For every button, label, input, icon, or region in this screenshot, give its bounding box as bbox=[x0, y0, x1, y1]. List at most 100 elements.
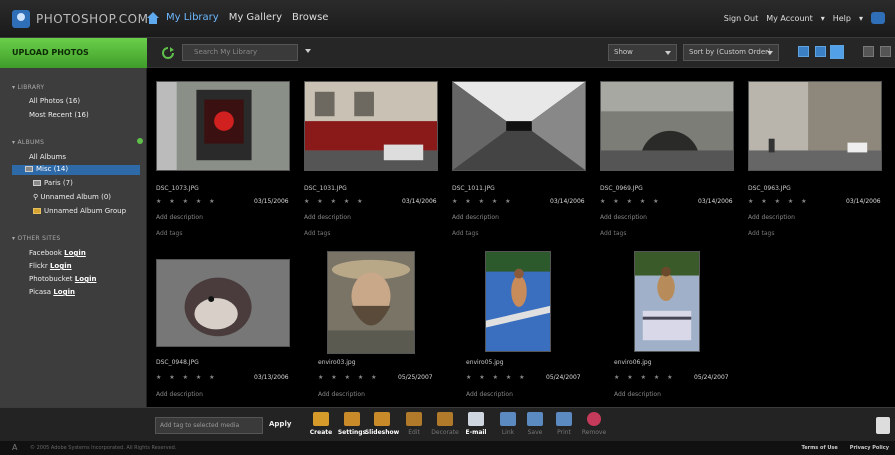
add-description-link[interactable]: Add description bbox=[156, 214, 203, 221]
add-tags-link[interactable]: Add tags bbox=[600, 230, 627, 237]
add-tags-link[interactable]: Add tags bbox=[452, 230, 479, 237]
photobucket-login-link[interactable]: Login bbox=[75, 275, 97, 283]
rating-stars[interactable]: ★ ★ ★ ★ ★ bbox=[614, 374, 676, 381]
sidebar-item-paris-album[interactable]: Paris (7) bbox=[33, 179, 73, 187]
slideshow-button[interactable]: Slideshow bbox=[364, 412, 400, 436]
add-description-link[interactable]: Add description bbox=[156, 391, 203, 398]
rating-stars[interactable]: ★ ★ ★ ★ ★ bbox=[318, 374, 380, 381]
sidebar-item-all-albums[interactable]: All Albums bbox=[29, 153, 66, 161]
terms-of-use-link[interactable]: Terms of Use bbox=[801, 445, 837, 451]
album-label: Paris (7) bbox=[44, 179, 73, 187]
photo-thumbnail[interactable] bbox=[748, 81, 882, 171]
panel-toggle-icon[interactable] bbox=[876, 417, 890, 434]
photo-thumbnail[interactable] bbox=[156, 81, 290, 171]
adobe-logo-icon: A bbox=[12, 443, 18, 452]
photo-date: 03/14/2006 bbox=[846, 198, 881, 205]
photo-thumbnail[interactable] bbox=[485, 251, 551, 352]
apply-button[interactable]: Apply bbox=[269, 420, 291, 428]
photo-thumbnail[interactable] bbox=[452, 81, 586, 171]
nav-browse[interactable]: Browse bbox=[292, 12, 328, 23]
medium-thumbnails-icon[interactable] bbox=[815, 46, 826, 57]
rating-stars[interactable]: ★ ★ ★ ★ ★ bbox=[156, 198, 218, 205]
library-toolbar: UPLOAD PHOTOS Search My Library Show Sor… bbox=[0, 38, 895, 68]
email-icon bbox=[468, 412, 484, 426]
add-description-link[interactable]: Add description bbox=[304, 214, 351, 221]
site-name: Flickr bbox=[29, 262, 48, 270]
status-icon[interactable] bbox=[871, 12, 885, 24]
nav-my-gallery[interactable]: My Gallery bbox=[229, 12, 282, 23]
refresh-icon[interactable] bbox=[162, 47, 174, 59]
home-icon[interactable] bbox=[146, 11, 160, 25]
add-description-link[interactable]: Add description bbox=[748, 214, 795, 221]
search-input[interactable]: Search My Library bbox=[182, 44, 298, 61]
rating-stars[interactable]: ★ ★ ★ ★ ★ bbox=[156, 374, 218, 381]
small-thumbnails-icon[interactable] bbox=[798, 46, 809, 57]
rating-stars[interactable]: ★ ★ ★ ★ ★ bbox=[748, 198, 810, 205]
flickr-login-link[interactable]: Login bbox=[50, 262, 72, 270]
brand[interactable]: PHOTOSHOP.COM bbox=[12, 10, 148, 28]
photo-filename: enviro03.jpg bbox=[318, 359, 356, 366]
albums-heading[interactable]: ▾ ALBUMS bbox=[12, 139, 44, 146]
photo-grid: DSC_1073.JPG ★ ★ ★ ★ ★ 03/15/2006 Add de… bbox=[148, 68, 895, 407]
email-button[interactable]: E-mail bbox=[458, 412, 494, 436]
settings-icon bbox=[344, 412, 360, 426]
picasa-login-link[interactable]: Login bbox=[53, 288, 75, 296]
grid-view-icon[interactable] bbox=[863, 46, 874, 57]
sidebar-item-unnamed-album[interactable]: ⚲ Unnamed Album (0) bbox=[33, 193, 111, 201]
add-description-link[interactable]: Add description bbox=[452, 214, 499, 221]
add-album-icon[interactable] bbox=[137, 138, 143, 144]
add-tags-link[interactable]: Add tags bbox=[156, 230, 183, 237]
rating-stars[interactable]: ★ ★ ★ ★ ★ bbox=[466, 374, 528, 381]
photo-thumbnail[interactable] bbox=[634, 251, 700, 352]
sidebar-item-all-photos[interactable]: All Photos (16) bbox=[29, 97, 80, 105]
edit-icon bbox=[406, 412, 422, 426]
link-icon bbox=[500, 412, 516, 426]
photo-filename: DSC_0948.JPG bbox=[156, 359, 199, 366]
album-icon bbox=[33, 180, 41, 186]
photo-thumbnail[interactable] bbox=[304, 81, 438, 171]
rating-stars[interactable]: ★ ★ ★ ★ ★ bbox=[600, 198, 662, 205]
add-description-link[interactable]: Add description bbox=[466, 391, 513, 398]
remove-button[interactable]: Remove bbox=[576, 412, 612, 436]
album-label: Misc (14) bbox=[36, 165, 69, 173]
sort-select[interactable]: Sort by (Custom Order) bbox=[683, 44, 779, 61]
my-account-menu[interactable]: My Account bbox=[766, 14, 812, 23]
photo-thumbnail[interactable] bbox=[327, 251, 415, 354]
help-menu[interactable]: Help bbox=[833, 14, 851, 23]
search-options-chevron-icon[interactable] bbox=[305, 49, 311, 53]
show-filter-select[interactable]: Show bbox=[608, 44, 677, 61]
nav-my-library[interactable]: My Library bbox=[166, 12, 219, 23]
show-filter-label: Show bbox=[614, 48, 633, 56]
library-heading[interactable]: ▾ LIBRARY bbox=[12, 84, 44, 91]
footer: A © 2005 Adobe Systems Incorporated. All… bbox=[0, 441, 895, 455]
add-tags-link[interactable]: Add tags bbox=[748, 230, 775, 237]
facebook-login-link[interactable]: Login bbox=[64, 249, 86, 257]
list-view-icon[interactable] bbox=[880, 46, 891, 57]
add-description-link[interactable]: Add description bbox=[600, 214, 647, 221]
photo-thumbnail[interactable] bbox=[156, 259, 290, 347]
action-bar: Add tag to selected media Apply Create S… bbox=[0, 407, 895, 441]
sidebar-item-unnamed-album-group[interactable]: Unnamed Album Group bbox=[33, 207, 126, 215]
sidebar-item-misc-album[interactable]: Misc (14) bbox=[12, 165, 140, 175]
rating-stars[interactable]: ★ ★ ★ ★ ★ bbox=[452, 198, 514, 205]
large-thumbnails-icon[interactable] bbox=[830, 45, 844, 59]
add-description-link[interactable]: Add description bbox=[318, 391, 365, 398]
main-nav: My Library My Gallery Browse bbox=[166, 12, 328, 23]
sign-out-link[interactable]: Sign Out bbox=[724, 14, 759, 23]
photo-date: 05/25/2007 bbox=[398, 374, 433, 381]
add-tags-link[interactable]: Add tags bbox=[304, 230, 331, 237]
remove-label: Remove bbox=[581, 429, 607, 436]
add-description-link[interactable]: Add description bbox=[614, 391, 661, 398]
slideshow-label: Slideshow bbox=[364, 429, 400, 436]
account-links: Sign Out My Account ▾ Help ▾ bbox=[724, 12, 885, 24]
rating-stars[interactable]: ★ ★ ★ ★ ★ bbox=[304, 198, 366, 205]
other-sites-heading[interactable]: ▾ OTHER SITES bbox=[12, 235, 60, 242]
upload-photos-button[interactable]: UPLOAD PHOTOS bbox=[0, 38, 147, 68]
site-name: Facebook bbox=[29, 249, 62, 257]
top-bar: PHOTOSHOP.COM My Library My Gallery Brow… bbox=[0, 0, 895, 38]
privacy-policy-link[interactable]: Privacy Policy bbox=[850, 445, 889, 451]
sidebar-item-most-recent[interactable]: Most Recent (16) bbox=[29, 111, 89, 119]
photo-thumbnail[interactable] bbox=[600, 81, 734, 171]
add-tag-input[interactable]: Add tag to selected media bbox=[155, 417, 263, 434]
photo-filename: enviro05.jpg bbox=[466, 359, 504, 366]
